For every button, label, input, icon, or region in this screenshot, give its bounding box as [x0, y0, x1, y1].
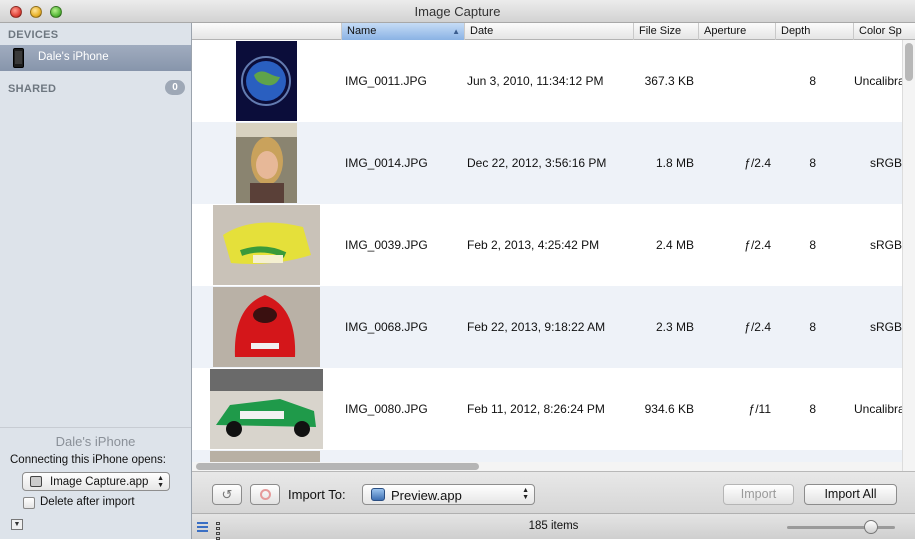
portrait-photo: [236, 123, 297, 203]
file-depth: 8: [809, 238, 816, 252]
horizontal-scrollbar[interactable]: [192, 462, 902, 471]
column-header-file-size[interactable]: File Size: [633, 23, 698, 40]
file-depth: 8: [809, 74, 816, 88]
table-row[interactable]: IMG_0080.JPG Feb 11, 2012, 8:26:24 PM 93…: [192, 368, 905, 450]
status-bar: 185 items: [192, 513, 915, 540]
table-header: Name ▲ Date File Size Aperture Depth Col…: [192, 23, 915, 40]
delete-after-import-checkbox[interactable]: [23, 497, 35, 509]
device-options-panel: Dale's iPhone Connecting this iPhone ope…: [0, 427, 191, 539]
devices-heading: DEVICES: [8, 29, 59, 41]
table-row[interactable]: [192, 450, 902, 462]
delete-button[interactable]: [250, 484, 280, 505]
file-name: IMG_0011.JPG: [345, 74, 427, 88]
next-photo-thumbnail: [210, 451, 320, 462]
import-to-popup[interactable]: Preview.app ▲ ▼: [362, 484, 535, 505]
column-header-date[interactable]: Date: [464, 23, 633, 40]
column-header-color-space[interactable]: Color Sp: [853, 23, 915, 40]
file-name: IMG_0039.JPG: [345, 238, 428, 252]
shared-count-badge: 0: [165, 80, 185, 95]
file-size: 2.4 MB: [655, 238, 694, 252]
file-color-space: sRGB: [869, 156, 902, 170]
vertical-scroll-knob[interactable]: [905, 43, 913, 81]
image-capture-window: Image Capture DEVICES Dale's iPhone SHAR…: [0, 0, 915, 540]
import-all-button[interactable]: Import All: [804, 484, 897, 505]
import-button[interactable]: Import: [723, 484, 794, 505]
horizontal-scroll-knob[interactable]: [196, 463, 479, 470]
file-aperture: ƒ/2.4: [744, 320, 771, 334]
column-header-name-label: Name: [347, 25, 377, 37]
file-date: Feb 22, 2013, 9:18:22 AM: [467, 320, 606, 334]
file-date: Feb 11, 2012, 8:26:24 PM: [467, 402, 605, 416]
device-label: Dale's iPhone: [38, 51, 109, 63]
yellow-body-photo: [213, 205, 320, 285]
title-bar: Image Capture: [0, 0, 915, 23]
popup-arrows-icon: ▲ ▼: [157, 475, 164, 489]
import-to-value: Preview.app: [391, 488, 462, 503]
popup-arrows-icon: ▲ ▼: [522, 487, 529, 501]
import-to-label: Import To:: [288, 487, 346, 502]
sort-ascending-icon: ▲: [452, 27, 460, 36]
rotate-left-button[interactable]: ↺: [212, 484, 242, 505]
file-table: Name ▲ Date File Size Aperture Depth Col…: [192, 23, 915, 471]
sidebar-item-device[interactable]: Dale's iPhone: [0, 45, 191, 71]
device-options-title: Dale's iPhone: [55, 434, 136, 449]
import-bar: ↺ Import To: Preview.app ▲ ▼ Import Impor…: [192, 471, 915, 513]
file-size: 1.8 MB: [655, 156, 694, 170]
column-header-depth[interactable]: Depth: [775, 23, 853, 40]
file-aperture: ƒ/11: [748, 402, 771, 416]
preview-app-icon: [371, 488, 385, 501]
opens-app-value: Image Capture.app: [50, 476, 149, 488]
file-color-space: Uncalibra: [854, 402, 905, 416]
connecting-opens-label: Connecting this iPhone opens:: [10, 454, 166, 466]
sidebar: DEVICES Dale's iPhone SHARED 0 Dale's iP…: [0, 23, 192, 539]
file-color-space: sRGB: [869, 238, 902, 252]
file-aperture: ƒ/2.4: [744, 238, 771, 252]
column-header-name[interactable]: Name ▲: [341, 23, 464, 40]
file-name: IMG_0068.JPG: [345, 320, 428, 334]
thumbnail-size-slider[interactable]: [787, 526, 895, 529]
shared-heading: SHARED: [8, 83, 57, 95]
race-car-photo: [210, 369, 323, 449]
opens-app-popup[interactable]: Image Capture.app ▲ ▼: [22, 472, 170, 491]
file-depth: 8: [809, 320, 816, 334]
file-color-space: sRGB: [869, 320, 902, 334]
file-date: Feb 2, 2013, 4:25:42 PM: [467, 238, 600, 252]
column-header-aperture[interactable]: Aperture: [698, 23, 775, 40]
rotate-icon: ↺: [221, 487, 233, 502]
window-title: Image Capture: [414, 4, 501, 19]
collapse-options-icon[interactable]: ▼: [11, 519, 23, 530]
file-color-space: Uncalibra: [854, 74, 905, 88]
file-depth: 8: [809, 402, 816, 416]
file-size: 934.6 KB: [644, 402, 694, 416]
table-row[interactable]: IMG_0014.JPG Dec 22, 2012, 3:56:16 PM 1.…: [192, 122, 902, 204]
file-name: IMG_0014.JPG: [345, 156, 428, 170]
delete-icon: [260, 489, 271, 500]
earth-icon: [236, 41, 297, 121]
file-name: IMG_0080.JPG: [345, 402, 428, 416]
table-row[interactable]: IMG_0068.JPG Feb 22, 2013, 9:18:22 AM 2.…: [192, 286, 902, 368]
file-date: Dec 22, 2012, 3:56:16 PM: [467, 156, 607, 170]
file-aperture: ƒ/2.4: [744, 156, 771, 170]
file-date: Jun 3, 2010, 11:34:12 PM: [467, 74, 604, 88]
iphone-icon: [13, 48, 24, 68]
red-car-photo: [213, 287, 320, 367]
table-row[interactable]: IMG_0039.JPG Feb 2, 2013, 4:25:42 PM 2.4…: [192, 204, 902, 286]
camera-app-icon: [30, 476, 42, 487]
thumbnail-size-slider-knob[interactable]: [864, 520, 878, 534]
file-size: 367.3 KB: [644, 74, 694, 88]
vertical-scrollbar[interactable]: [902, 40, 915, 471]
delete-after-import-label: Delete after import: [40, 496, 135, 508]
table-row[interactable]: IMG_0011.JPG Jun 3, 2010, 11:34:12 PM 36…: [192, 40, 905, 122]
file-depth: 8: [809, 156, 816, 170]
file-size: 2.3 MB: [655, 320, 694, 334]
